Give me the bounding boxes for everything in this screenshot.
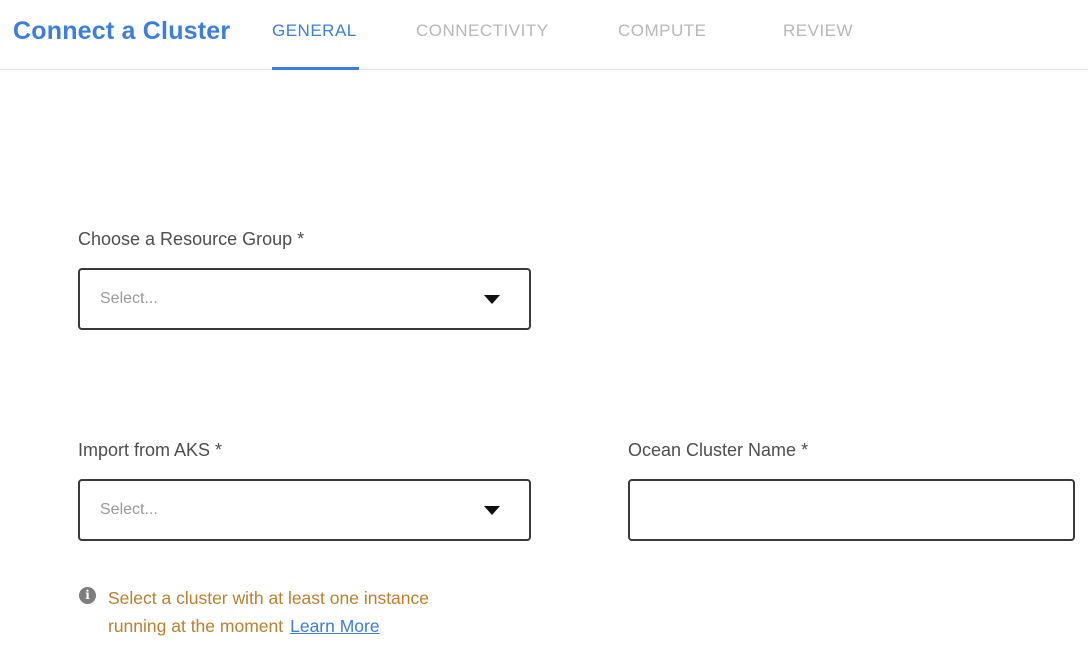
connect-cluster-page: Connect a Cluster GENERAL CONNECTIVITY C…: [0, 0, 1088, 654]
resource-group-placeholder: Select...: [80, 290, 158, 308]
learn-more-link[interactable]: Learn More: [290, 616, 380, 636]
info-note-text: Select a cluster with at least one insta…: [108, 584, 470, 640]
page-title: Connect a Cluster: [13, 17, 230, 46]
resource-group-select[interactable]: Select...: [78, 268, 531, 330]
info-icon: i: [79, 587, 96, 604]
cluster-info-note: i Select a cluster with at least one ins…: [79, 584, 479, 640]
resource-group-label: Choose a Resource Group *: [78, 229, 304, 250]
import-aks-select[interactable]: Select...: [78, 479, 531, 541]
tab-connectivity[interactable]: CONNECTIVITY: [416, 21, 549, 41]
active-tab-indicator: [272, 67, 359, 70]
tab-review[interactable]: REVIEW: [783, 21, 853, 41]
chevron-down-icon: [484, 506, 500, 515]
info-note-message: Select a cluster with at least one insta…: [108, 588, 429, 636]
chevron-down-icon: [484, 295, 500, 304]
tab-compute[interactable]: COMPUTE: [618, 21, 707, 41]
tab-general[interactable]: GENERAL: [272, 21, 357, 41]
import-aks-label: Import from AKS *: [78, 440, 222, 461]
wizard-header: Connect a Cluster GENERAL CONNECTIVITY C…: [0, 0, 1088, 70]
ocean-cluster-name-input[interactable]: [628, 479, 1075, 541]
ocean-cluster-name-label: Ocean Cluster Name *: [628, 440, 808, 461]
import-aks-placeholder: Select...: [80, 501, 158, 519]
